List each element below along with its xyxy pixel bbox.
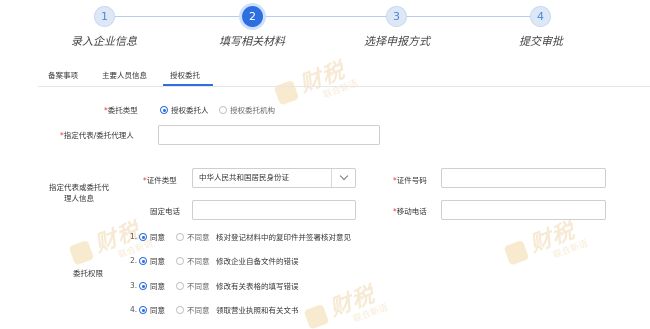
authority-item-number: 2. [130,256,138,265]
entrust-person-radio[interactable] [160,106,168,114]
authority-2-disagree-label[interactable]: 不同意 [187,256,210,267]
step-3-label: 选择申报方式 [364,35,430,48]
authority-1-text: 核对登记材料中的复印件并签署核对意见 [216,233,351,242]
entrust-org-radio[interactable] [219,106,227,114]
step-3-circle: 3 [386,6,407,27]
tab-key-personnel[interactable]: 主要人员信息 [102,70,147,81]
authority-2-text: 修改企业自备文件的错误 [216,257,299,266]
watermark: 财税 联合新语 [273,50,359,107]
step-connector [113,16,249,17]
authority-4-text: 领取营业执照和有关文书 [216,306,299,315]
watermark-logo-icon [68,239,95,266]
agent-name-input[interactable] [158,125,380,145]
step-1-label: 录入企业信息 [71,35,137,48]
id-type-select[interactable]: 中华人民共和国居民身份证 [192,168,356,188]
authority-item-number: 1. [130,232,138,241]
step-4-label: 提交审批 [519,35,563,48]
step-1-circle: 1 [94,6,115,27]
id-type-label: *证件类型 [143,176,177,185]
tab-filing-items[interactable]: 备案事项 [48,70,78,81]
agent-name-label: *指定代表/委托代理人 [60,131,134,140]
step-4-circle: 4 [530,6,551,27]
authority-3-text: 修改有关表格的填写错误 [216,282,299,291]
mobile-label: *移动电话 [393,207,427,216]
watermark: 财税 联合新语 [303,274,389,329]
mobile-input[interactable] [441,200,606,220]
authority-item-number: 4. [130,305,138,314]
watermark-logo-icon [503,239,530,266]
landline-label: 固定电话 [150,207,180,216]
tab-authorization[interactable]: 授权委托 [170,70,200,81]
agent-info-label: 指定代表或委托代理人信息 [49,183,109,203]
id-number-input[interactable] [441,168,606,188]
landline-input[interactable] [192,200,356,220]
select-divider [331,169,332,187]
authority-3-disagree-radio[interactable] [176,282,184,290]
authority-4-agree-label[interactable]: 同意 [150,305,165,316]
step-connector [263,16,387,17]
authority-4-agree-radio[interactable] [139,306,147,314]
step-connector [407,16,531,17]
authority-2-agree-radio[interactable] [139,257,147,265]
authority-4-disagree-radio[interactable] [176,306,184,314]
authority-3-disagree-label[interactable]: 不同意 [187,281,210,292]
tabs-divider [38,86,650,87]
authority-label: 委托权限 [73,269,103,278]
entrust-type-label: *委托类型 [104,106,138,115]
authority-4-disagree-label[interactable]: 不同意 [187,305,210,316]
watermark-logo-icon [303,303,330,329]
authority-3-agree-radio[interactable] [139,282,147,290]
progress-stepper: 1 2 3 4 录入企业信息 填写相关材料 选择申报方式 提交审批 [0,0,650,58]
step-2-label: 填写相关材料 [219,35,285,48]
entrust-person-label[interactable]: 授权委托人 [171,105,209,116]
watermark-logo-icon [273,79,300,106]
id-number-label: *证件号码 [393,176,427,185]
authority-1-disagree-label[interactable]: 不同意 [187,232,210,243]
chevron-down-icon [339,171,349,181]
authority-2-agree-label[interactable]: 同意 [150,256,165,267]
step-2-circle: 2 [242,6,263,27]
authority-2-disagree-radio[interactable] [176,257,184,265]
active-tab-indicator [163,84,213,86]
authority-1-agree-radio[interactable] [139,233,147,241]
entrust-org-label[interactable]: 授权委托机构 [230,105,275,116]
authority-3-agree-label[interactable]: 同意 [150,281,165,292]
authority-1-disagree-radio[interactable] [176,233,184,241]
authority-1-agree-label[interactable]: 同意 [150,232,165,243]
authority-item-number: 3. [130,281,138,290]
id-type-value: 中华人民共和国居民身份证 [199,173,289,182]
